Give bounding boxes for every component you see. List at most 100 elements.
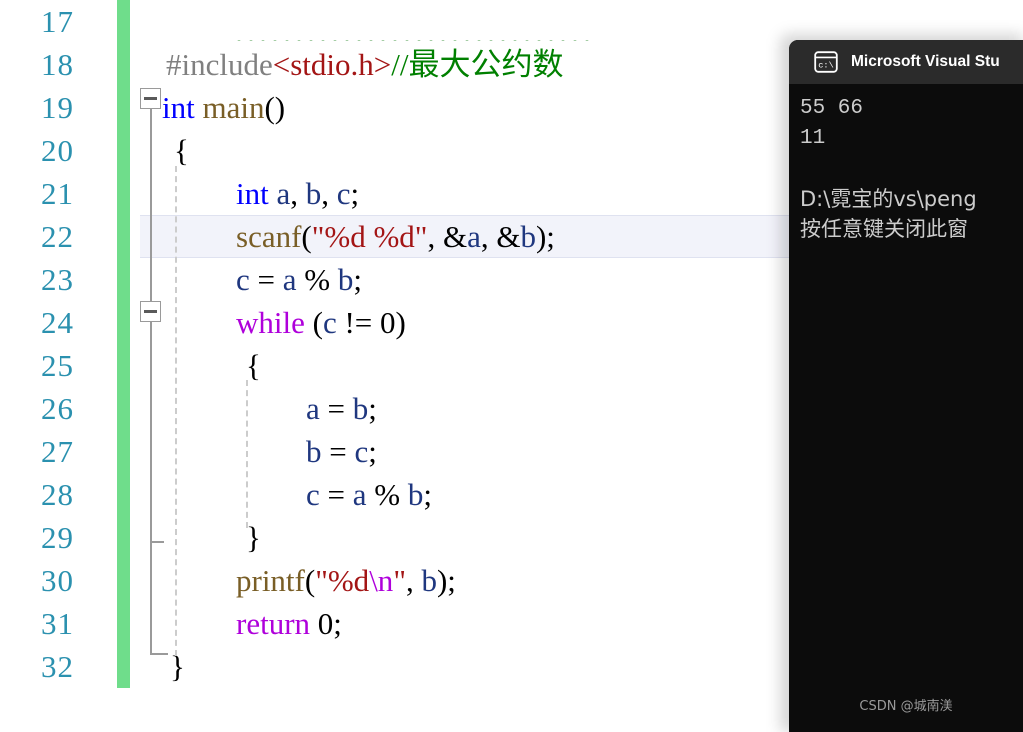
code-token: , — [321, 176, 337, 211]
change-indicator-bar — [117, 129, 130, 172]
code-token: { — [174, 133, 189, 168]
code-token: c — [336, 176, 351, 211]
code-token: main — [202, 90, 265, 125]
code-token: "%d — [315, 563, 370, 598]
code-token: 0; — [310, 606, 342, 641]
code-line-text[interactable]: a = b; — [306, 387, 377, 430]
code-token: % — [296, 262, 338, 297]
fold-tick-printf — [150, 541, 164, 543]
code-line-text[interactable]: printf("%d\n", b); — [236, 559, 456, 602]
code-token: ); — [436, 563, 456, 598]
code-line-text[interactable]: int a, b, c; — [236, 172, 359, 215]
line-number: 21 — [41, 176, 74, 211]
change-indicator-bar — [117, 215, 130, 258]
line-number: 32 — [41, 649, 74, 684]
code-token: = — [319, 477, 353, 512]
code-token: " — [393, 563, 406, 598]
console-window[interactable]: c:\ Microsoft Visual Stu 55 66 11 D:\霓宝的vs… — [789, 40, 1023, 732]
code-token: , & — [480, 219, 521, 254]
code-line-text[interactable]: } — [170, 645, 185, 688]
code-token: int — [162, 90, 195, 125]
code-token: { — [246, 348, 261, 383]
change-indicator-bar — [117, 0, 130, 43]
code-token: () — [264, 90, 286, 125]
fold-line-main-upper — [150, 109, 152, 301]
change-indicator-bar — [117, 258, 130, 301]
change-indicator-bar — [117, 602, 130, 645]
code-line-text[interactable]: while (c != 0) — [236, 301, 406, 344]
code-line-text[interactable]: return 0; — [236, 602, 342, 645]
code-line-text[interactable]: c = a % b; — [236, 258, 362, 301]
console-output-line: D:\霓宝的vs\peng — [800, 187, 977, 211]
code-line-text[interactable]: { — [246, 344, 261, 387]
code-line-text[interactable]: c = a % b; — [306, 473, 432, 516]
line-number: 17 — [41, 4, 74, 39]
code-line-text[interactable]: int main() — [162, 86, 285, 129]
console-title-text: Microsoft Visual Stu — [851, 53, 1000, 70]
line-number: 20 — [41, 133, 74, 168]
code-token: ; — [368, 391, 377, 426]
code-token: b — [305, 176, 322, 211]
code-token: ( — [304, 563, 316, 598]
fold-line-main-lower — [150, 541, 152, 655]
change-indicator-bar — [117, 516, 130, 559]
code-line-text[interactable]: #include<stdio.h>//最大公约数 — [166, 43, 564, 86]
code-token: ; — [423, 477, 432, 512]
change-indicator-bar — [117, 387, 130, 430]
code-token: b — [520, 219, 536, 254]
code-token: , & — [427, 219, 468, 254]
code-line-text[interactable]: } — [246, 516, 261, 559]
console-output-line: 按任意键关闭此窗 — [800, 217, 968, 241]
indent-guide-level-1 — [175, 166, 177, 656]
code-token: c — [354, 434, 369, 469]
line-number: 18 — [41, 47, 74, 82]
code-token: % — [366, 477, 408, 512]
code-token: = — [249, 262, 283, 297]
code-token: ; — [350, 176, 360, 211]
code-token: a — [306, 391, 320, 426]
line-number: 22 — [41, 219, 74, 254]
code-token: \n — [369, 563, 394, 598]
code-token: b — [407, 477, 424, 512]
line-number: 30 — [41, 563, 74, 598]
code-token: "%d %d" — [311, 219, 428, 254]
line-number: 31 — [41, 606, 74, 641]
code-line-text[interactable]: scanf("%d %d", &a, &b); — [236, 215, 555, 258]
change-indicator-bar — [117, 473, 130, 516]
code-token: #include — [166, 47, 273, 82]
change-indicator-bar — [117, 86, 130, 129]
fold-end-main — [150, 653, 168, 655]
code-token: c — [236, 262, 250, 297]
console-output-line: 11 — [800, 127, 826, 150]
line-number: 19 — [41, 90, 74, 125]
code-token: a — [276, 176, 291, 211]
fold-toggle-while[interactable] — [140, 301, 161, 322]
line-number: 25 — [41, 348, 74, 383]
change-indicator-bar — [117, 301, 130, 344]
code-token: b — [306, 434, 322, 469]
code-token: = — [319, 391, 353, 426]
code-token: printf — [236, 563, 305, 598]
code-line-text[interactable]: b = c; — [306, 430, 377, 473]
change-indicator-bar — [117, 172, 130, 215]
change-indicator-bar — [117, 645, 130, 688]
line-number: 23 — [41, 262, 74, 297]
console-titlebar[interactable]: c:\ Microsoft Visual Stu — [789, 40, 1023, 84]
code-token: ); — [535, 219, 555, 254]
change-indicator-bar — [117, 344, 130, 387]
change-indicator-bar — [117, 430, 130, 473]
line-number: 24 — [41, 305, 74, 340]
console-output-area[interactable]: 55 66 11 D:\霓宝的vs\peng 按任意键关闭此窗 — [789, 84, 1023, 732]
code-token: a — [352, 477, 367, 512]
scanf-warning-squiggle — [236, 33, 596, 41]
code-token: a — [282, 262, 297, 297]
code-token: int — [236, 176, 269, 211]
fold-toggle-main[interactable] — [140, 88, 161, 109]
console-output-line: 55 66 — [800, 97, 864, 120]
code-token: = — [321, 434, 355, 469]
code-token: ; — [353, 262, 362, 297]
csdn-watermark: CSDN @城南渼 — [859, 699, 953, 714]
code-token: c — [322, 305, 337, 340]
line-number: 27 — [41, 434, 74, 469]
line-number: 29 — [41, 520, 74, 555]
